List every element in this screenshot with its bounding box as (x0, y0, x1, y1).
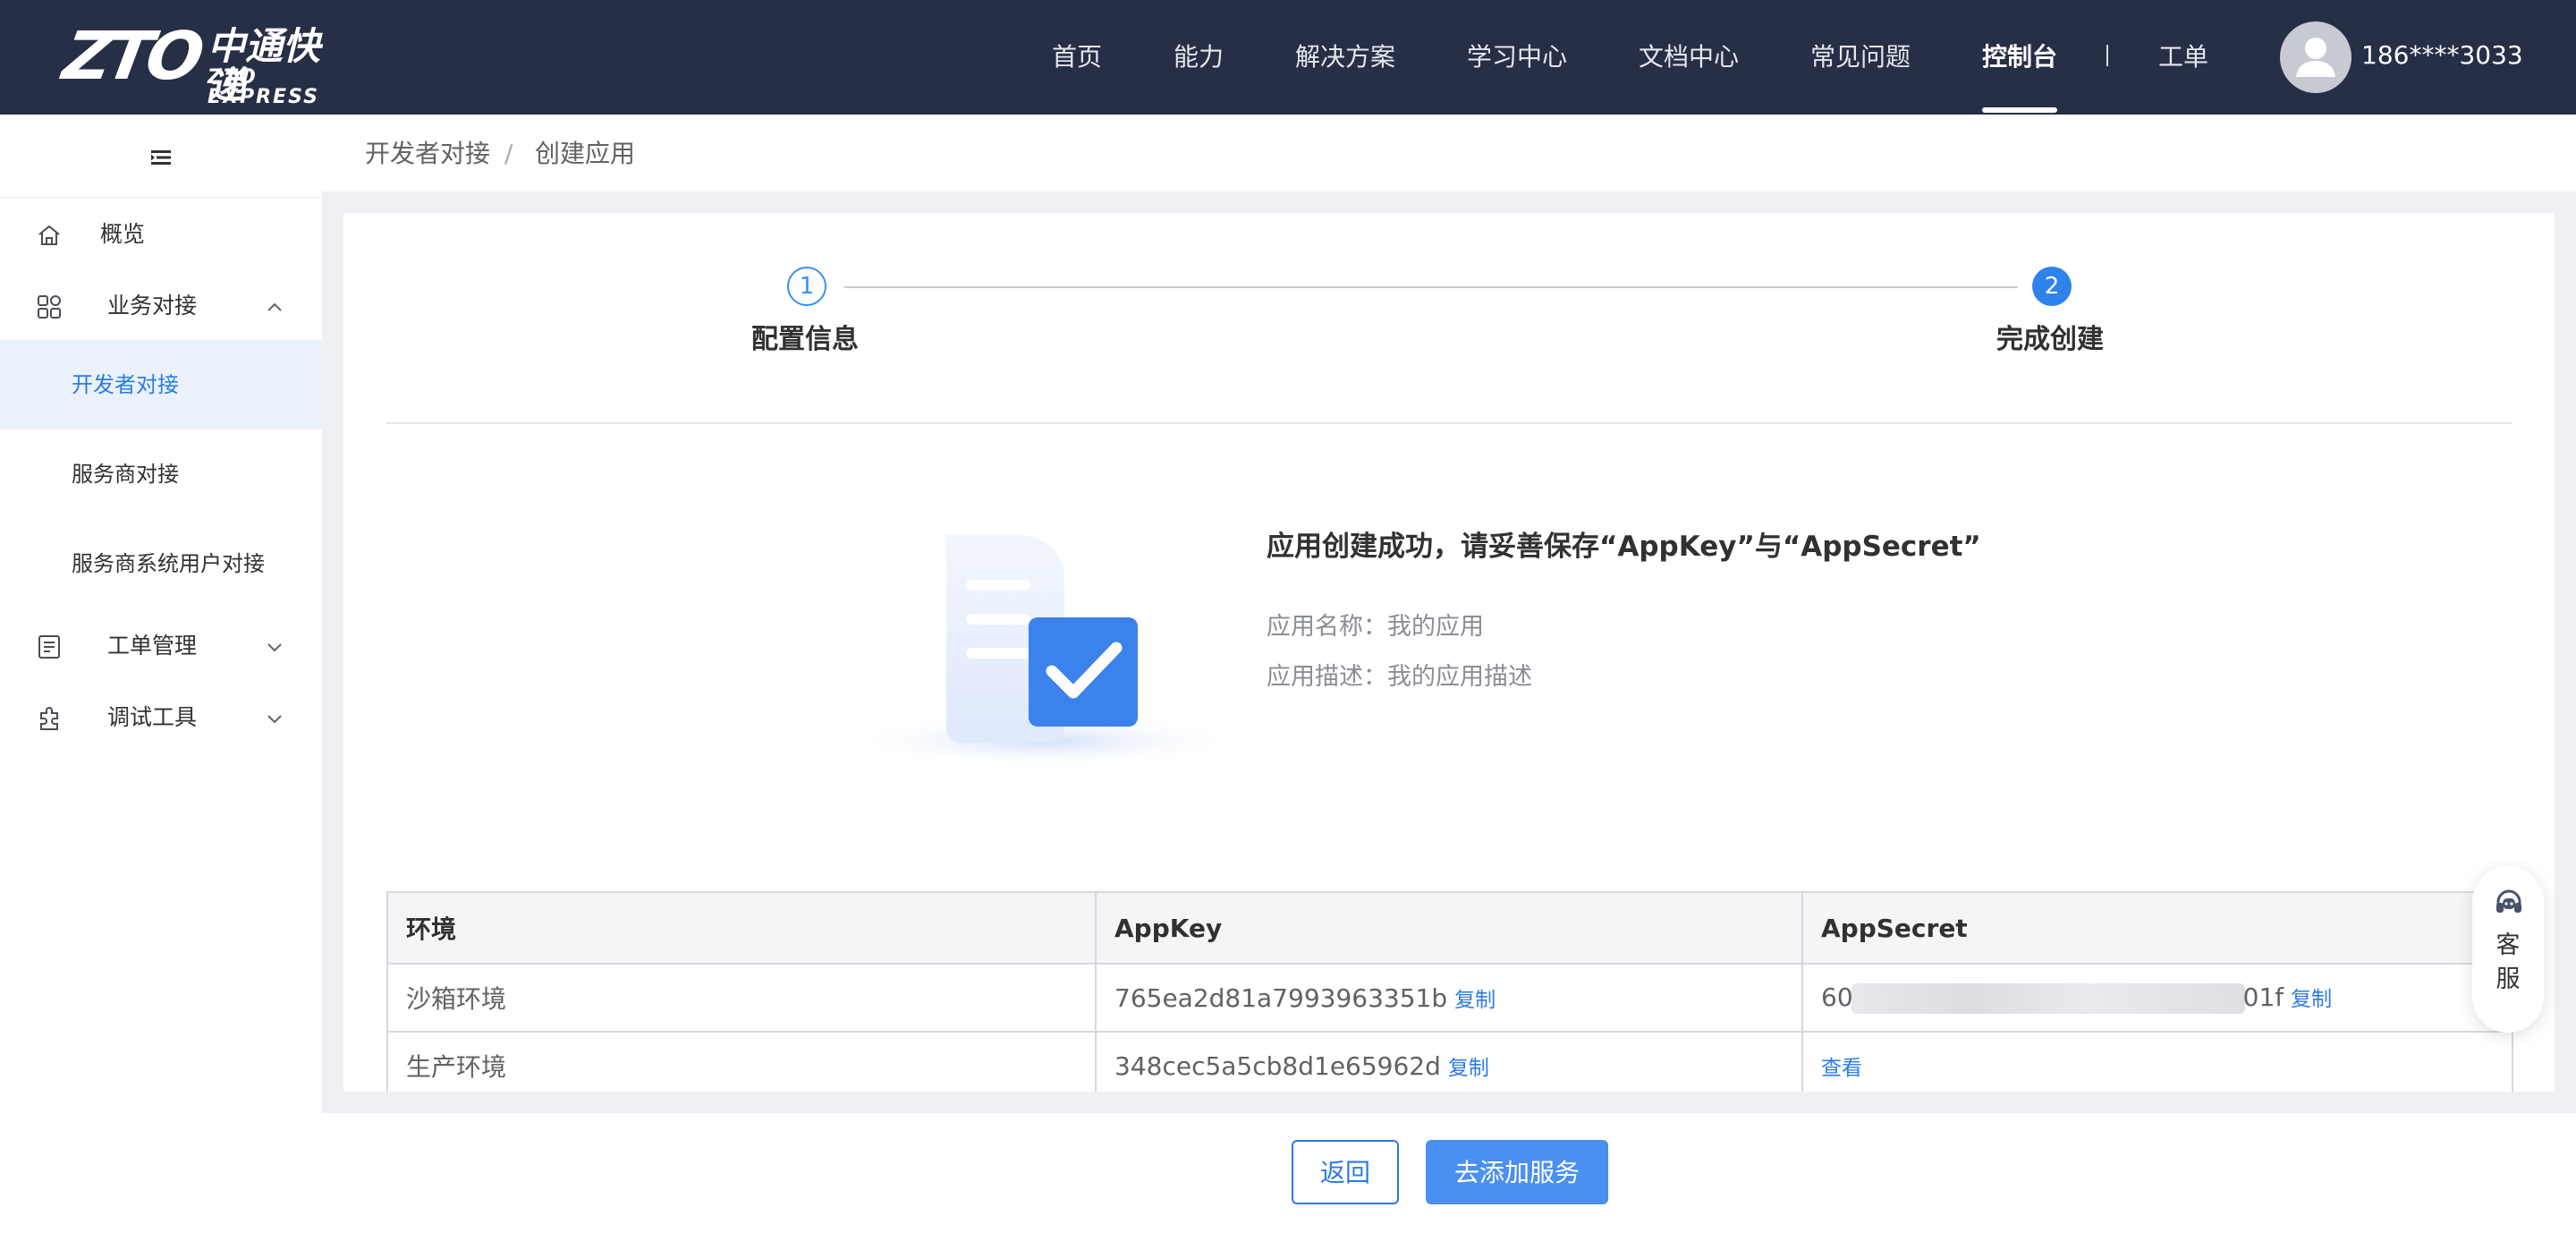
app-name-value: 我的应用 (1387, 613, 1484, 641)
column-header-appsecret: AppSecret (1801, 891, 2513, 965)
customer-service-line2: 服 (2496, 965, 2521, 993)
logo-en: ZTO EXPRESS (208, 66, 319, 108)
nav-capability[interactable]: 能力 (1174, 39, 1224, 75)
back-button[interactable]: 返回 (1292, 1140, 1399, 1204)
sidebar-item-label: 工单管理 (107, 633, 198, 659)
nav-solutions[interactable]: 解决方案 (1295, 39, 1395, 75)
copy-appkey-button[interactable]: 复制 (1448, 1057, 1489, 1080)
home-icon (38, 225, 60, 245)
table-header-row: 环境 AppKey AppSecret (386, 891, 2513, 965)
step-1-title: 配置信息 (751, 324, 859, 355)
env-cell: 沙箱环境 (386, 963, 1097, 1033)
sidebar-item-label: 服务商对接 (72, 462, 179, 487)
success-document-illustration (850, 535, 1240, 768)
apps-icon (38, 295, 61, 319)
column-header-env: 环境 (386, 891, 1097, 965)
sidebar-item-developer[interactable]: 开发者对接 (0, 340, 322, 429)
customer-service-line1: 客 (2496, 931, 2521, 959)
menu-collapse-icon[interactable] (148, 145, 174, 170)
sidebar-item-business[interactable]: 业务对接 (0, 279, 322, 333)
nav-active-indicator (1982, 107, 2057, 113)
nav-console[interactable]: 控制台 (1982, 39, 2057, 75)
app-desc-label: 应用描述： (1267, 663, 1387, 691)
customer-service-label: 客 服 (2472, 929, 2544, 997)
app-desc-value: 我的应用描述 (1387, 663, 1532, 691)
user-phone[interactable]: 186****3033 (2361, 38, 2523, 73)
app-name-row: 应用名称：我的应用 (1267, 610, 1484, 644)
sidebar-divider (0, 197, 322, 198)
column-header-appkey: AppKey (1095, 891, 1803, 965)
chevron-down-icon (267, 715, 282, 724)
nav-faq[interactable]: 常见问题 (1810, 39, 1911, 75)
sidebar-item-label: 概览 (100, 221, 146, 247)
create-app-card: 1 2 配置信息 完成创建 应用创建成功，请妥善保存“AppKey”与“AppS… (343, 213, 2555, 1092)
appkey-cell: 348cec5a5cb8d1e65962d 复制 (1095, 1031, 1803, 1092)
appsecret-blurred (1851, 983, 2245, 1014)
app-desc-row: 应用描述：我的应用描述 (1267, 660, 1532, 694)
appsecret-suffix: 01f (2242, 982, 2284, 1012)
step-2-indicator: 2 (2032, 267, 2072, 306)
nav-separator (2106, 45, 2108, 66)
appkey-value: 765ea2d81a7993963351b (1114, 983, 1448, 1013)
chevron-down-icon (267, 643, 282, 652)
step-1-indicator: 1 (787, 267, 826, 306)
sidebar-item-debug-tools[interactable]: 调试工具 (0, 691, 322, 744)
zto-logo[interactable]: ZTO 中通快递 ZTO EXPRESS (57, 18, 351, 107)
step-connector (844, 286, 2018, 288)
sidebar-item-label: 开发者对接 (72, 372, 179, 397)
breadcrumb-parent[interactable]: 开发者对接 (365, 138, 490, 170)
copy-appkey-button[interactable]: 复制 (1454, 989, 1496, 1012)
sidebar-item-overview[interactable]: 概览 (0, 208, 322, 261)
breadcrumb: 开发者对接 / 创建应用 (322, 115, 2576, 191)
add-service-button[interactable]: 去添加服务 (1426, 1140, 1608, 1204)
ticket-icon (38, 635, 60, 659)
nav-home[interactable]: 首页 (1052, 39, 1102, 75)
user-icon (2296, 38, 2335, 77)
credentials-table: 环境 AppKey AppSecret 沙箱环境 765ea2d81a79939… (386, 891, 2513, 1092)
appkey-cell: 765ea2d81a7993963351b 复制 (1095, 963, 1803, 1033)
step-2-title: 完成创建 (1996, 324, 2104, 355)
sidebar-item-provider-users[interactable]: 服务商系统用户对接 (0, 519, 322, 608)
appsecret-prefix: 60 (1821, 982, 1853, 1012)
success-title: 应用创建成功，请妥善保存“AppKey”与“AppSecret” (1267, 531, 1981, 563)
appsecret-cell: 60 01f 复制 (1801, 963, 2513, 1033)
breadcrumb-separator: / (504, 139, 513, 168)
logo-mark: ZTO (57, 18, 205, 95)
bottom-action-bar: 返回 去添加服务 (322, 1113, 2576, 1233)
sidebar: 概览 业务对接 开发者对接 服务商对接 服务商系统用户对接 工单管理 调试工具 (0, 115, 322, 1233)
headset-icon (2496, 889, 2521, 913)
sidebar-item-label: 调试工具 (107, 704, 198, 730)
breadcrumb-current: 创建应用 (535, 139, 636, 168)
customer-service-button[interactable]: 客 服 (2472, 866, 2544, 1033)
view-appsecret-button[interactable]: 查看 (1821, 1057, 1862, 1080)
user-avatar[interactable] (2280, 21, 2351, 93)
sidebar-item-tickets[interactable]: 工单管理 (0, 619, 322, 673)
nav-learning-center[interactable]: 学习中心 (1467, 39, 1567, 75)
sidebar-item-label: 服务商系统用户对接 (72, 551, 265, 576)
app-name-label: 应用名称： (1267, 613, 1387, 641)
table-row: 沙箱环境 765ea2d81a7993963351b 复制 60 01f 复制 (386, 963, 2513, 1033)
env-cell: 生产环境 (386, 1031, 1097, 1092)
sidebar-item-label: 业务对接 (107, 293, 198, 319)
top-navbar: ZTO 中通快递 ZTO EXPRESS 首页 能力 解决方案 学习中心 文档中… (0, 0, 2576, 115)
nav-docs-center[interactable]: 文档中心 (1639, 39, 1739, 75)
appkey-value: 348cec5a5cb8d1e65962d (1114, 1051, 1441, 1081)
table-row: 生产环境 348cec5a5cb8d1e65962d 复制 查看 (386, 1031, 2513, 1092)
sidebar-item-provider[interactable]: 服务商对接 (0, 429, 322, 519)
nav-tickets[interactable]: 工单 (2158, 39, 2208, 75)
appsecret-cell: 查看 (1801, 1031, 2513, 1092)
copy-appsecret-button[interactable]: 复制 (2291, 988, 2332, 1011)
chevron-up-icon (267, 302, 282, 311)
steps-divider (386, 422, 2512, 424)
puzzle-icon (40, 707, 58, 730)
